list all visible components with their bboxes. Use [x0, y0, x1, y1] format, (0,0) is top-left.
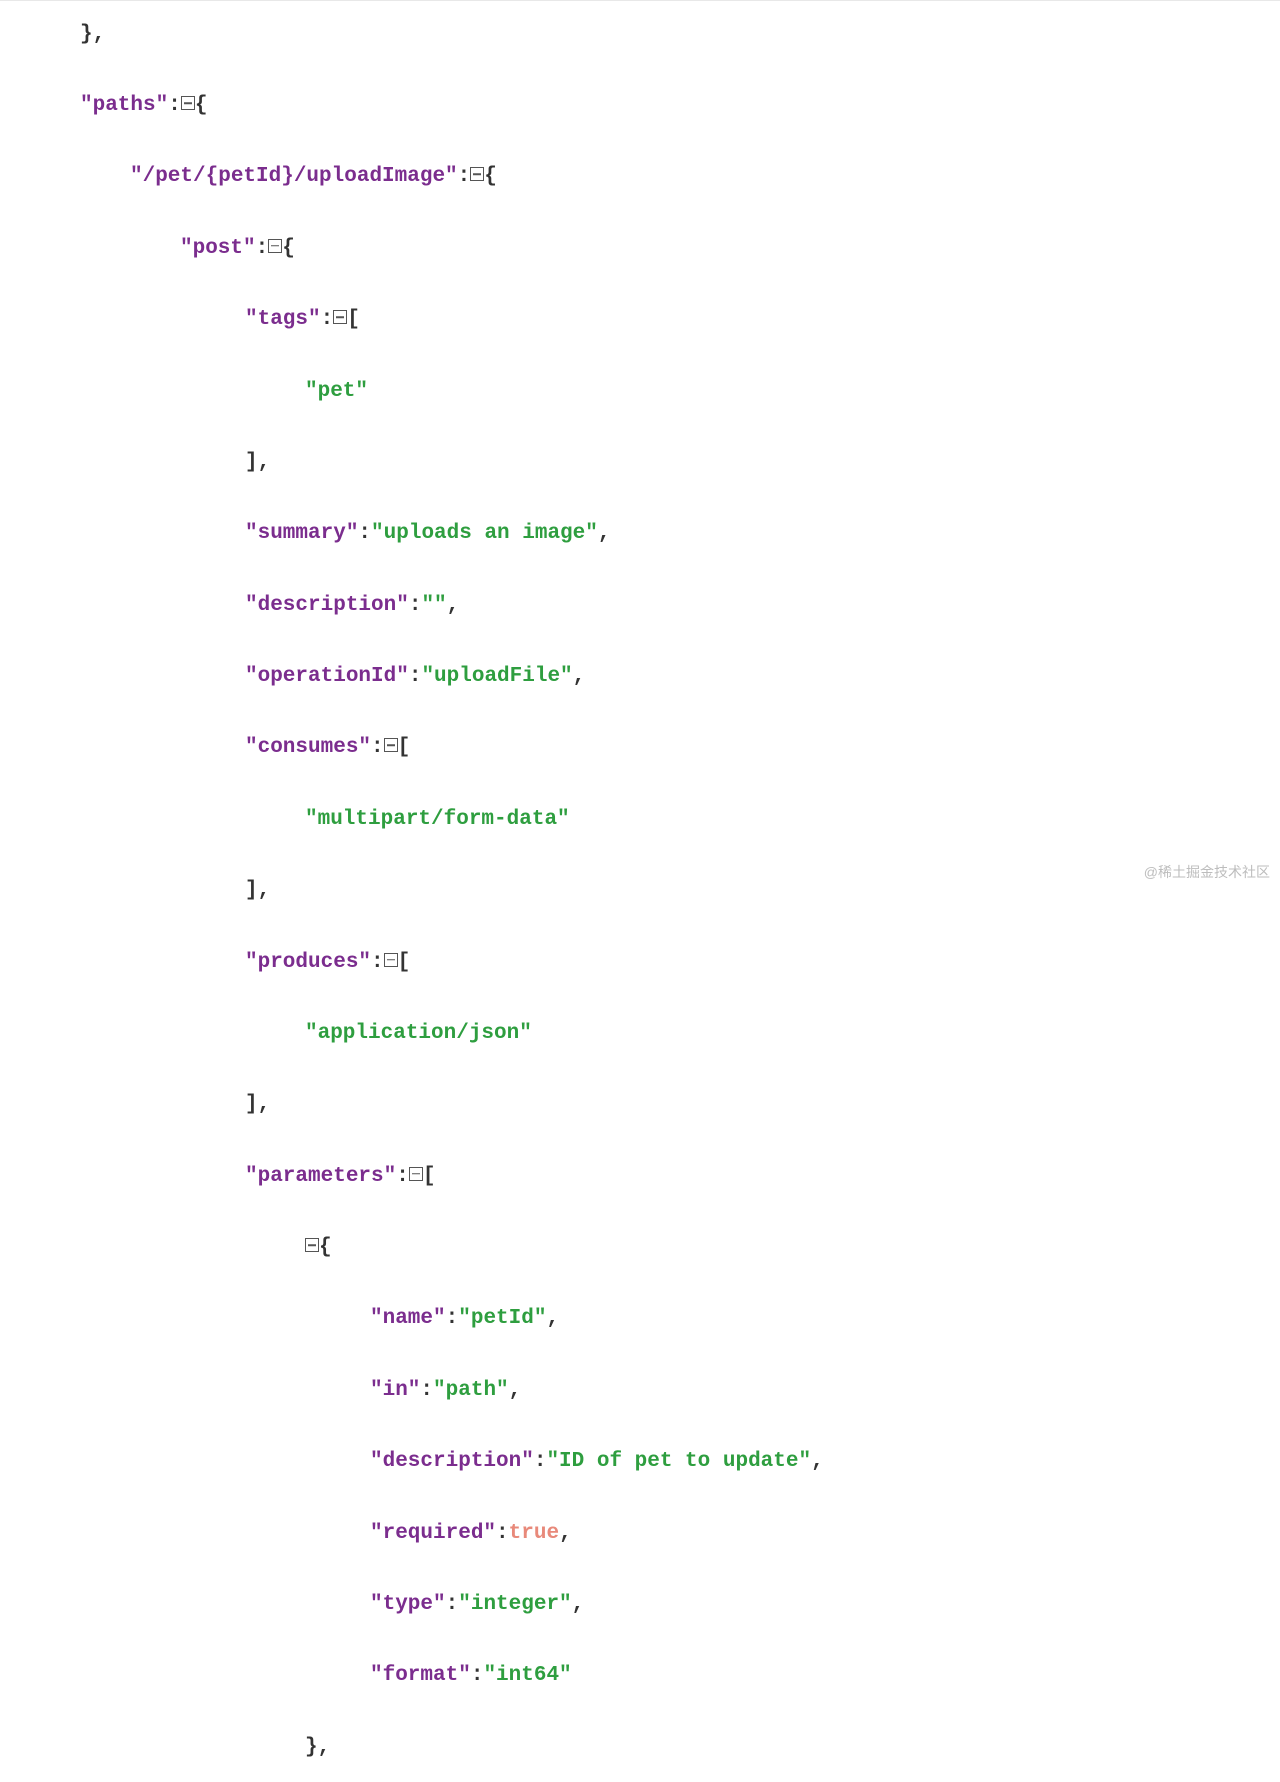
json-string: "path": [433, 1379, 509, 1402]
json-line: "parameters":[: [80, 1159, 1280, 1195]
json-key-in: "in": [370, 1379, 420, 1402]
json-line: ],: [80, 1087, 1280, 1123]
json-key-required: "required": [370, 1522, 496, 1545]
json-line: },: [80, 17, 1280, 53]
json-string: "pet": [305, 380, 368, 403]
json-key-name: "name": [370, 1307, 446, 1330]
json-viewer: }, "paths":{ "/pet/{petId}/uploadImage":…: [0, 1, 1280, 1782]
json-line: "paths":{: [80, 88, 1280, 124]
json-line: "summary":"uploads an image",: [80, 516, 1280, 552]
collapse-icon[interactable]: [268, 239, 282, 253]
json-line: "required":true,: [80, 1516, 1280, 1552]
json-key-parameters: "parameters": [245, 1165, 396, 1188]
json-line: "application/json": [80, 1016, 1280, 1052]
json-key-format: "format": [370, 1664, 471, 1687]
watermark-text: @稀土掘金技术社区: [1144, 861, 1270, 885]
json-key-tags: "tags": [245, 308, 321, 331]
json-line: ],: [80, 873, 1280, 909]
json-string: "ID of pet to update": [546, 1450, 811, 1473]
json-key-desc: "description": [370, 1450, 534, 1473]
json-string: "uploadFile": [421, 665, 572, 688]
collapse-icon[interactable]: [384, 953, 398, 967]
json-key-operationid: "operationId": [245, 665, 409, 688]
json-key-type: "type": [370, 1593, 446, 1616]
bracket-close: ],: [245, 451, 270, 474]
json-line: "/pet/{petId}/uploadImage":{: [80, 159, 1280, 195]
collapse-icon[interactable]: [181, 96, 195, 110]
brace-close: },: [305, 1736, 330, 1759]
json-key-description: "description": [245, 594, 409, 617]
json-line: "post":{: [80, 231, 1280, 267]
json-string: "uploads an image": [371, 522, 598, 545]
json-line: "tags":[: [80, 302, 1280, 338]
json-string: "multipart/form-data": [305, 808, 570, 831]
json-line: "produces":[: [80, 945, 1280, 981]
bracket-close: ],: [245, 1093, 270, 1116]
collapse-icon[interactable]: [384, 738, 398, 752]
brace-close: },: [80, 23, 105, 46]
json-key-produces: "produces": [245, 951, 371, 974]
json-line: "format":"int64": [80, 1658, 1280, 1694]
json-line: "pet": [80, 374, 1280, 410]
collapse-icon[interactable]: [305, 1238, 319, 1252]
json-line: },: [80, 1730, 1280, 1766]
collapse-icon[interactable]: [409, 1167, 423, 1181]
json-line: "name":"petId",: [80, 1301, 1280, 1337]
json-line: "multipart/form-data": [80, 802, 1280, 838]
json-line: "type":"integer",: [80, 1587, 1280, 1623]
json-key-consumes: "consumes": [245, 736, 371, 759]
json-line: "in":"path",: [80, 1373, 1280, 1409]
json-string: "": [421, 594, 446, 617]
collapse-icon[interactable]: [333, 310, 347, 324]
json-string: "int64": [483, 1664, 571, 1687]
json-string: "petId": [458, 1307, 546, 1330]
json-line: "consumes":[: [80, 730, 1280, 766]
json-key-paths: "paths": [80, 94, 168, 117]
json-string: "application/json": [305, 1022, 532, 1045]
json-key-post: "post": [180, 237, 256, 260]
json-string: "integer": [458, 1593, 571, 1616]
json-line: "description":"",: [80, 588, 1280, 624]
json-line: {: [80, 1230, 1280, 1266]
json-key-path: "/pet/{petId}/uploadImage": [130, 165, 458, 188]
json-line: "description":"ID of pet to update",: [80, 1444, 1280, 1480]
json-boolean: true: [509, 1522, 559, 1545]
json-line: "operationId":"uploadFile",: [80, 659, 1280, 695]
collapse-icon[interactable]: [470, 167, 484, 181]
json-line: ],: [80, 445, 1280, 481]
json-key-summary: "summary": [245, 522, 358, 545]
